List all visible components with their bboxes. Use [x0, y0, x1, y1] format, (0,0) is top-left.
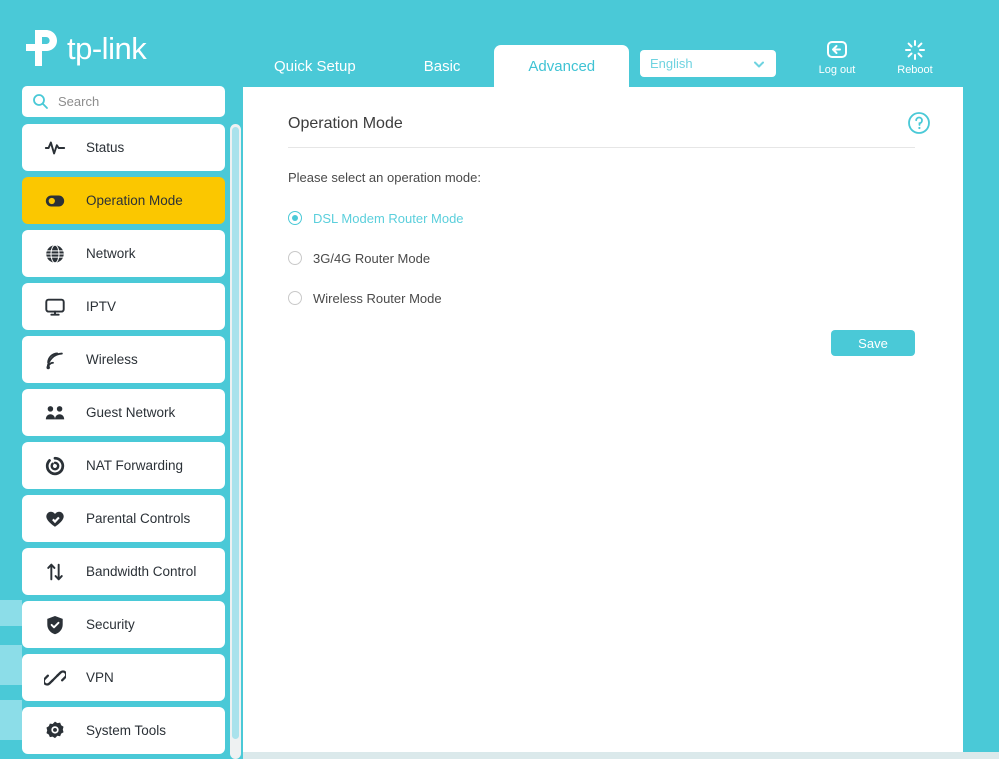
sidebar-item-label: IPTV	[86, 299, 116, 314]
globe-icon	[44, 243, 66, 265]
help-icon[interactable]	[907, 111, 931, 135]
heart-icon	[44, 508, 66, 530]
sidebar-item-label: System Tools	[86, 723, 166, 738]
globe-icon	[44, 243, 66, 265]
sidebar-edge-accent-1	[0, 600, 22, 626]
radio-wireless-router-mode[interactable]: Wireless Router Mode	[288, 284, 915, 312]
sidebar-item-operation-mode[interactable]: Operation Mode	[22, 177, 225, 224]
sidebar-item-wireless[interactable]: Wireless	[22, 336, 225, 383]
people-icon	[44, 402, 66, 424]
toggle-icon	[44, 190, 66, 212]
reboot-label: Reboot	[897, 64, 932, 76]
sidebar-item-status[interactable]: Status	[22, 124, 225, 171]
save-row: Save	[288, 330, 915, 356]
sidebar-edge-accent-2	[0, 645, 22, 685]
sidebar: Status Operation Mode Network IPTV Wireless G…	[22, 124, 225, 759]
sidebar-item-label: Operation Mode	[86, 193, 183, 208]
logout-button[interactable]: Log out	[812, 38, 862, 76]
reboot-button[interactable]: Reboot	[890, 38, 940, 76]
sidebar-item-bandwidth-control[interactable]: Bandwidth Control	[22, 548, 225, 595]
sidebar-item-parental-controls[interactable]: Parental Controls	[22, 495, 225, 542]
sidebar-item-vpn[interactable]: VPN	[22, 654, 225, 701]
language-select[interactable]: English	[640, 50, 776, 77]
tab-basic[interactable]: Basic	[390, 45, 495, 87]
sidebar-item-label: NAT Forwarding	[86, 458, 183, 473]
sidebar-item-label: Wireless	[86, 352, 138, 367]
monitor-icon	[44, 296, 66, 318]
reboot-icon	[903, 38, 927, 62]
shield-icon	[44, 614, 66, 636]
sidebar-item-guest-network[interactable]: Guest Network	[22, 389, 225, 436]
gear-icon	[44, 720, 66, 742]
header-actions: Log out Reboot	[812, 38, 940, 76]
content-panel: Operation Mode Please select an operatio…	[243, 87, 963, 759]
title-divider	[288, 147, 915, 148]
radio-label: Wireless Router Mode	[313, 291, 442, 306]
people-icon	[44, 402, 66, 424]
radio-mark	[288, 211, 302, 225]
nat-icon	[44, 455, 66, 477]
mode-hint: Please select an operation mode:	[288, 170, 915, 185]
tab-advanced-label: Advanced	[528, 58, 595, 75]
pulse-icon	[44, 137, 66, 159]
brand-logo: tp-link	[22, 26, 146, 70]
page-title: Operation Mode	[288, 115, 915, 147]
search-icon	[32, 93, 49, 110]
chevron-down-icon	[752, 57, 766, 71]
toggle-icon	[44, 190, 66, 212]
search-input[interactable]	[58, 94, 234, 109]
radio-label: DSL Modem Router Mode	[313, 211, 464, 226]
sidebar-edge-accent-3	[0, 700, 22, 740]
language-select-value: English	[650, 56, 752, 71]
heart-icon	[44, 508, 66, 530]
nat-icon	[44, 455, 66, 477]
save-button[interactable]: Save	[831, 330, 915, 356]
search-box[interactable]	[22, 86, 225, 117]
logout-label: Log out	[819, 64, 856, 76]
logout-icon	[825, 38, 849, 62]
arrows-updown-icon	[44, 561, 66, 583]
radio-3g4g-router-mode[interactable]: 3G/4G Router Mode	[288, 244, 915, 272]
sidebar-item-label: Guest Network	[86, 405, 175, 420]
sidebar-item-label: VPN	[86, 670, 114, 685]
main-nav-tabs: Quick Setup Basic Advanced	[240, 45, 629, 87]
radio-dsl-modem-router-mode[interactable]: DSL Modem Router Mode	[288, 204, 915, 232]
tab-quick-setup-label: Quick Setup	[274, 58, 356, 75]
sidebar-item-system-tools[interactable]: System Tools	[22, 707, 225, 754]
monitor-icon	[44, 296, 66, 318]
sidebar-item-network[interactable]: Network	[22, 230, 225, 277]
content-bottom-strip	[243, 752, 999, 759]
tab-quick-setup[interactable]: Quick Setup	[240, 45, 390, 87]
radio-label: 3G/4G Router Mode	[313, 251, 430, 266]
tab-advanced[interactable]: Advanced	[494, 45, 629, 87]
link-icon	[44, 667, 66, 689]
sidebar-item-iptv[interactable]: IPTV	[22, 283, 225, 330]
tplink-logo-icon	[22, 27, 64, 69]
sidebar-item-label: Network	[86, 246, 136, 261]
gear-icon	[44, 720, 66, 742]
pulse-icon	[44, 137, 66, 159]
sidebar-scrollbar-thumb[interactable]	[232, 127, 239, 739]
sidebar-item-nat-forwarding[interactable]: NAT Forwarding	[22, 442, 225, 489]
operation-mode-radio-group: DSL Modem Router Mode 3G/4G Router Mode …	[288, 204, 915, 312]
wifi-icon	[44, 349, 66, 371]
sidebar-item-security[interactable]: Security	[22, 601, 225, 648]
sidebar-item-label: Security	[86, 617, 135, 632]
sidebar-item-label: Bandwidth Control	[86, 564, 196, 579]
link-icon	[44, 667, 66, 689]
radio-mark	[288, 251, 302, 265]
shield-icon	[44, 614, 66, 636]
sidebar-item-label: Status	[86, 140, 124, 155]
brand-name: tp-link	[67, 33, 146, 64]
radio-mark	[288, 291, 302, 305]
arrows-updown-icon	[44, 561, 66, 583]
sidebar-item-label: Parental Controls	[86, 511, 190, 526]
sidebar-scrollbar-track[interactable]	[230, 124, 241, 759]
tab-basic-label: Basic	[424, 58, 461, 75]
wifi-icon	[44, 349, 66, 371]
